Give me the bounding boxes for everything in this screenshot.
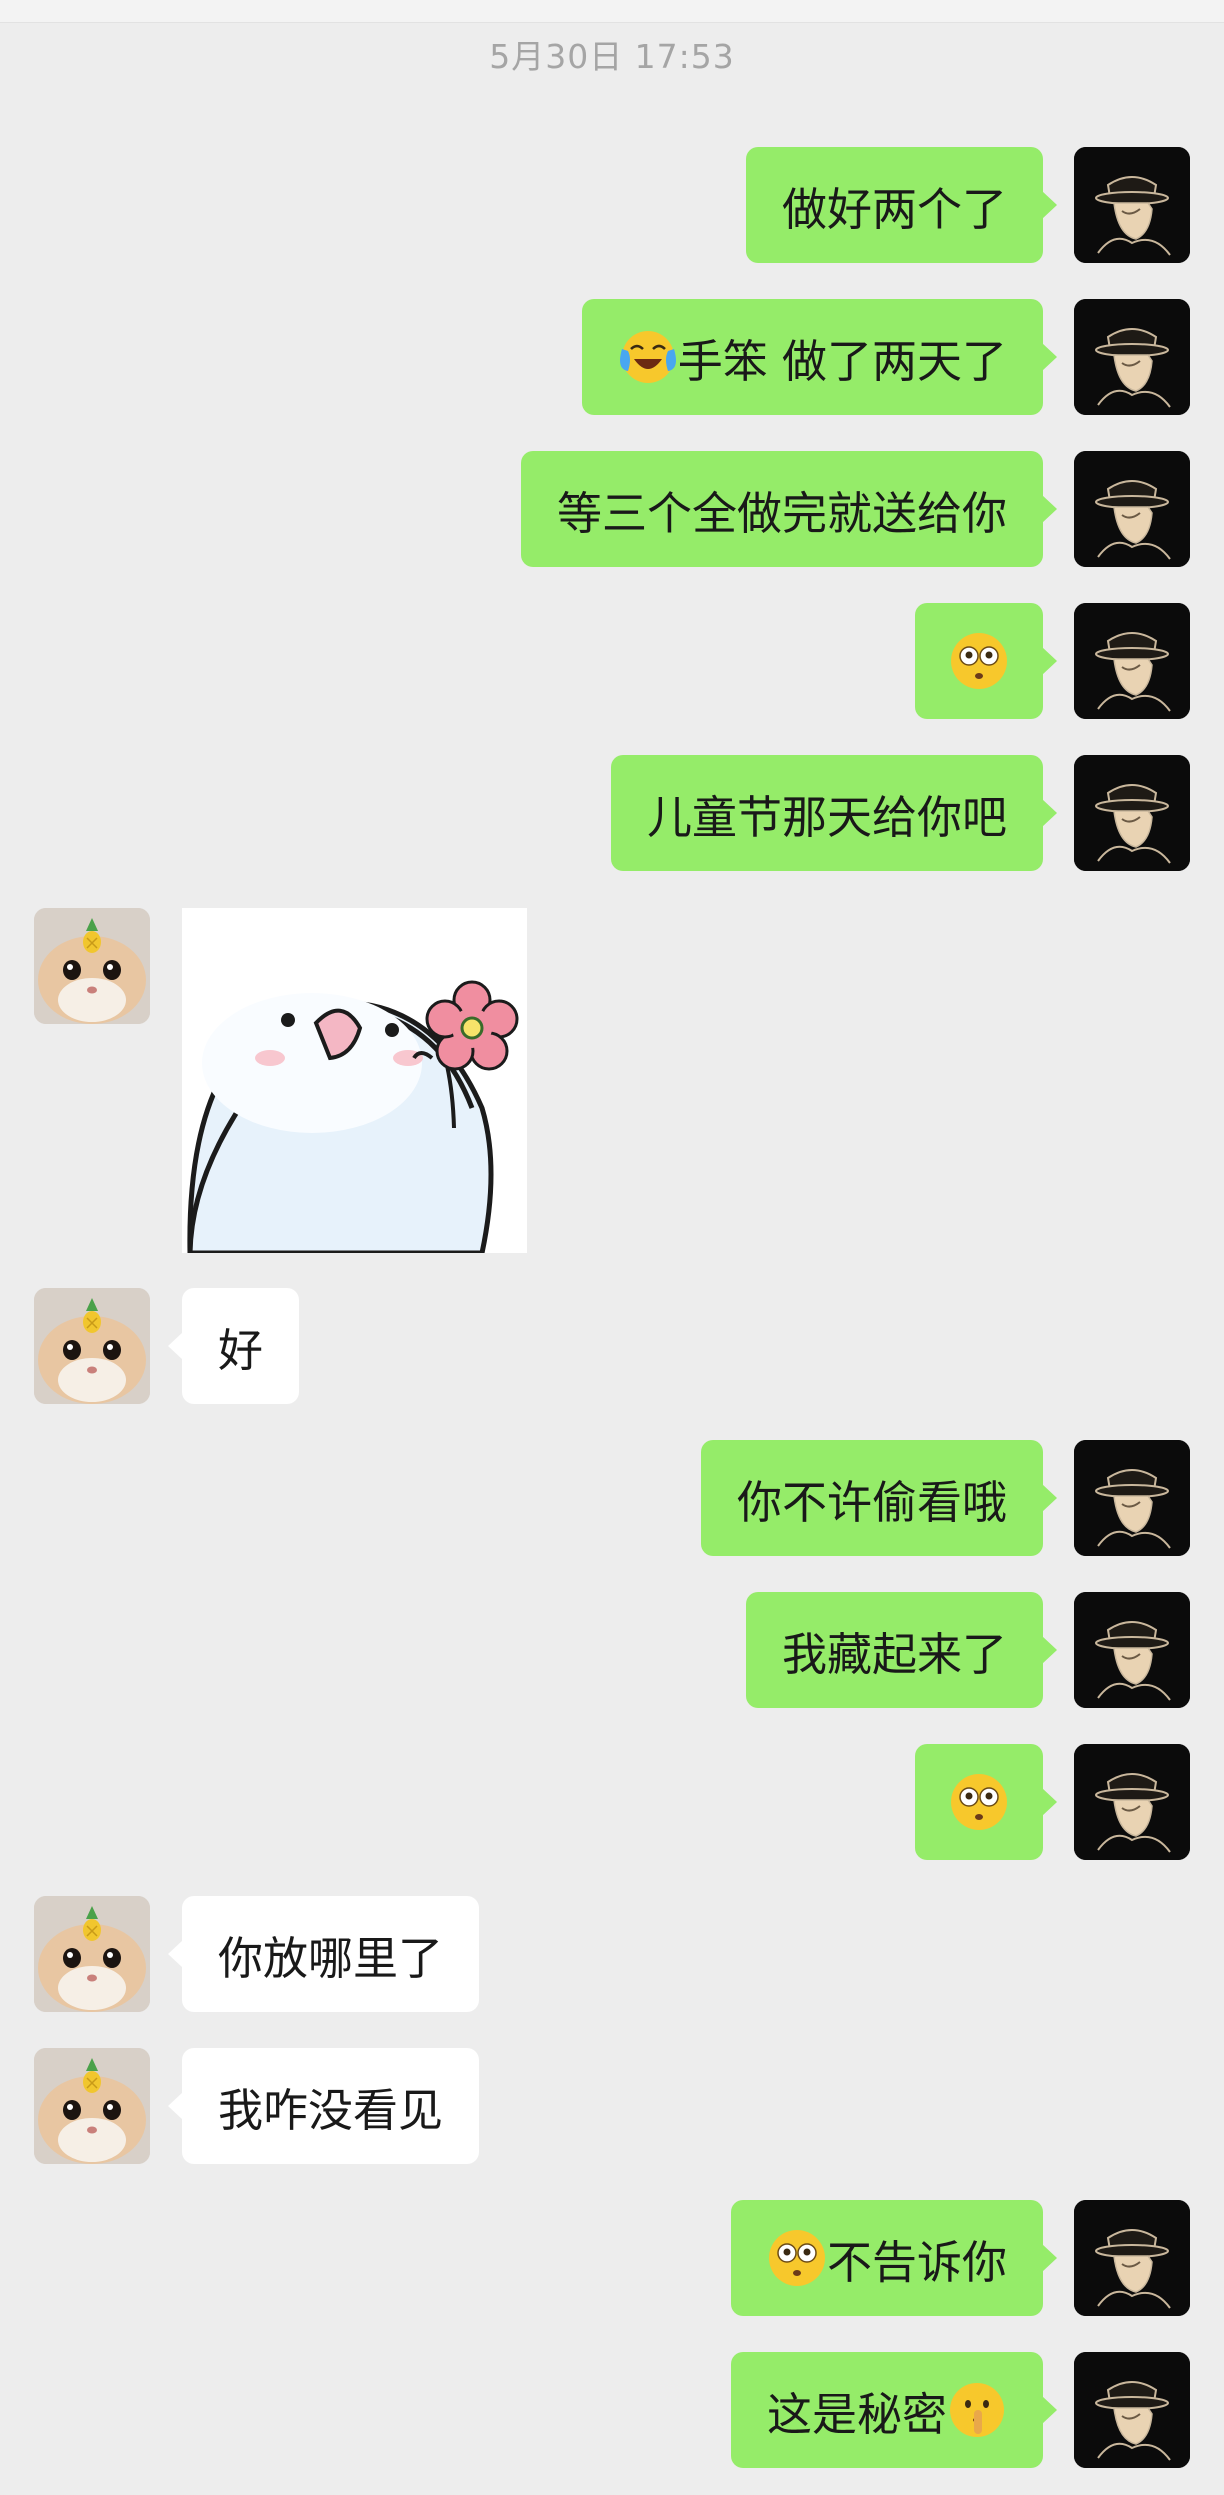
- message-bubble-theirs[interactable]: 你放哪里了: [167, 1896, 480, 2012]
- my-avatar[interactable]: [1074, 2352, 1190, 2468]
- message-text: 这是秘密: [766, 2387, 947, 2441]
- message-text: 手笨 做了两天了: [677, 334, 1007, 388]
- crying-laughing-emoji-icon: [618, 327, 678, 387]
- man-in-hat-avatar-icon: [1074, 1440, 1190, 1556]
- my-avatar[interactable]: [1074, 1592, 1190, 1708]
- my-avatar[interactable]: [1074, 755, 1190, 871]
- message-bubble-mine[interactable]: 儿童节那天给你吧: [610, 755, 1058, 871]
- message-bubble-mine[interactable]: 做好两个了: [745, 147, 1058, 263]
- message-bubble-mine[interactable]: 不告诉你: [730, 2200, 1058, 2316]
- man-in-hat-avatar-icon: [1074, 451, 1190, 567]
- man-in-hat-avatar-icon: [1074, 1744, 1190, 1860]
- hamster-with-pineapple-avatar-icon: [34, 1288, 150, 1404]
- message-bubble-mine[interactable]: [915, 1744, 1057, 1860]
- man-in-hat-avatar-icon: [1074, 603, 1190, 719]
- message-bubble-theirs[interactable]: 好: [167, 1288, 300, 1404]
- message-text: 等三个全做完就送给你: [556, 486, 1007, 540]
- message-text: 不告诉你: [826, 2235, 1007, 2289]
- chat-area[interactable]: 5月30日 17:53 做好两个了 手笨 做了两天了 等三个全做完就送给你 儿童…: [0, 0, 1224, 2495]
- my-avatar[interactable]: [1074, 1440, 1190, 1556]
- message-bubble-mine[interactable]: 等三个全做完就送给你: [520, 451, 1058, 567]
- message-text: 好: [218, 1323, 264, 1377]
- contact-avatar[interactable]: [34, 908, 150, 1024]
- message-bubble-mine[interactable]: 你不许偷看哦: [700, 1440, 1058, 1556]
- bird-with-flower-sticker[interactable]: [182, 908, 527, 1253]
- man-in-hat-avatar-icon: [1074, 147, 1190, 263]
- flushed-face-emoji-icon: [949, 1772, 1009, 1832]
- man-in-hat-avatar-icon: [1074, 1592, 1190, 1708]
- shushing-face-emoji-icon: [947, 2380, 1007, 2440]
- my-avatar[interactable]: [1074, 451, 1190, 567]
- my-avatar[interactable]: [1074, 603, 1190, 719]
- flushed-face-emoji-icon: [767, 2228, 827, 2288]
- message-text: 我藏起来了: [781, 1627, 1007, 1681]
- timestamp: 5月30日 17:53: [489, 37, 735, 76]
- message-bubble-mine[interactable]: 手笨 做了两天了: [581, 299, 1058, 415]
- message-bubble-theirs[interactable]: 我咋没看见: [167, 2048, 480, 2164]
- contact-avatar[interactable]: [34, 2048, 150, 2164]
- man-in-hat-avatar-icon: [1074, 2352, 1190, 2468]
- hamster-with-pineapple-avatar-icon: [34, 1896, 150, 2012]
- message-text: 我咋没看见: [218, 2083, 444, 2137]
- message-bubble-mine[interactable]: 我藏起来了: [745, 1592, 1058, 1708]
- message-text: 你不许偷看哦: [736, 1475, 1007, 1529]
- hamster-with-pineapple-avatar-icon: [34, 2048, 150, 2164]
- man-in-hat-avatar-icon: [1074, 2200, 1190, 2316]
- bird-with-flower-sticker-icon: [182, 908, 527, 1253]
- message-text: 儿童节那天给你吧: [646, 790, 1007, 844]
- contact-avatar[interactable]: [34, 1288, 150, 1404]
- message-bubble-mine[interactable]: 这是秘密: [730, 2352, 1058, 2468]
- message-text: 做好两个了: [781, 182, 1007, 236]
- flushed-face-emoji-icon: [949, 631, 1009, 691]
- message-bubble-mine[interactable]: [915, 603, 1057, 719]
- man-in-hat-avatar-icon: [1074, 299, 1190, 415]
- my-avatar[interactable]: [1074, 1744, 1190, 1860]
- man-in-hat-avatar-icon: [1074, 755, 1190, 871]
- contact-avatar[interactable]: [34, 1896, 150, 2012]
- my-avatar[interactable]: [1074, 147, 1190, 263]
- top-bar-divider: [0, 0, 1224, 23]
- my-avatar[interactable]: [1074, 2200, 1190, 2316]
- hamster-with-pineapple-avatar-icon: [34, 908, 150, 1024]
- my-avatar[interactable]: [1074, 299, 1190, 415]
- message-text: 你放哪里了: [218, 1931, 444, 1985]
